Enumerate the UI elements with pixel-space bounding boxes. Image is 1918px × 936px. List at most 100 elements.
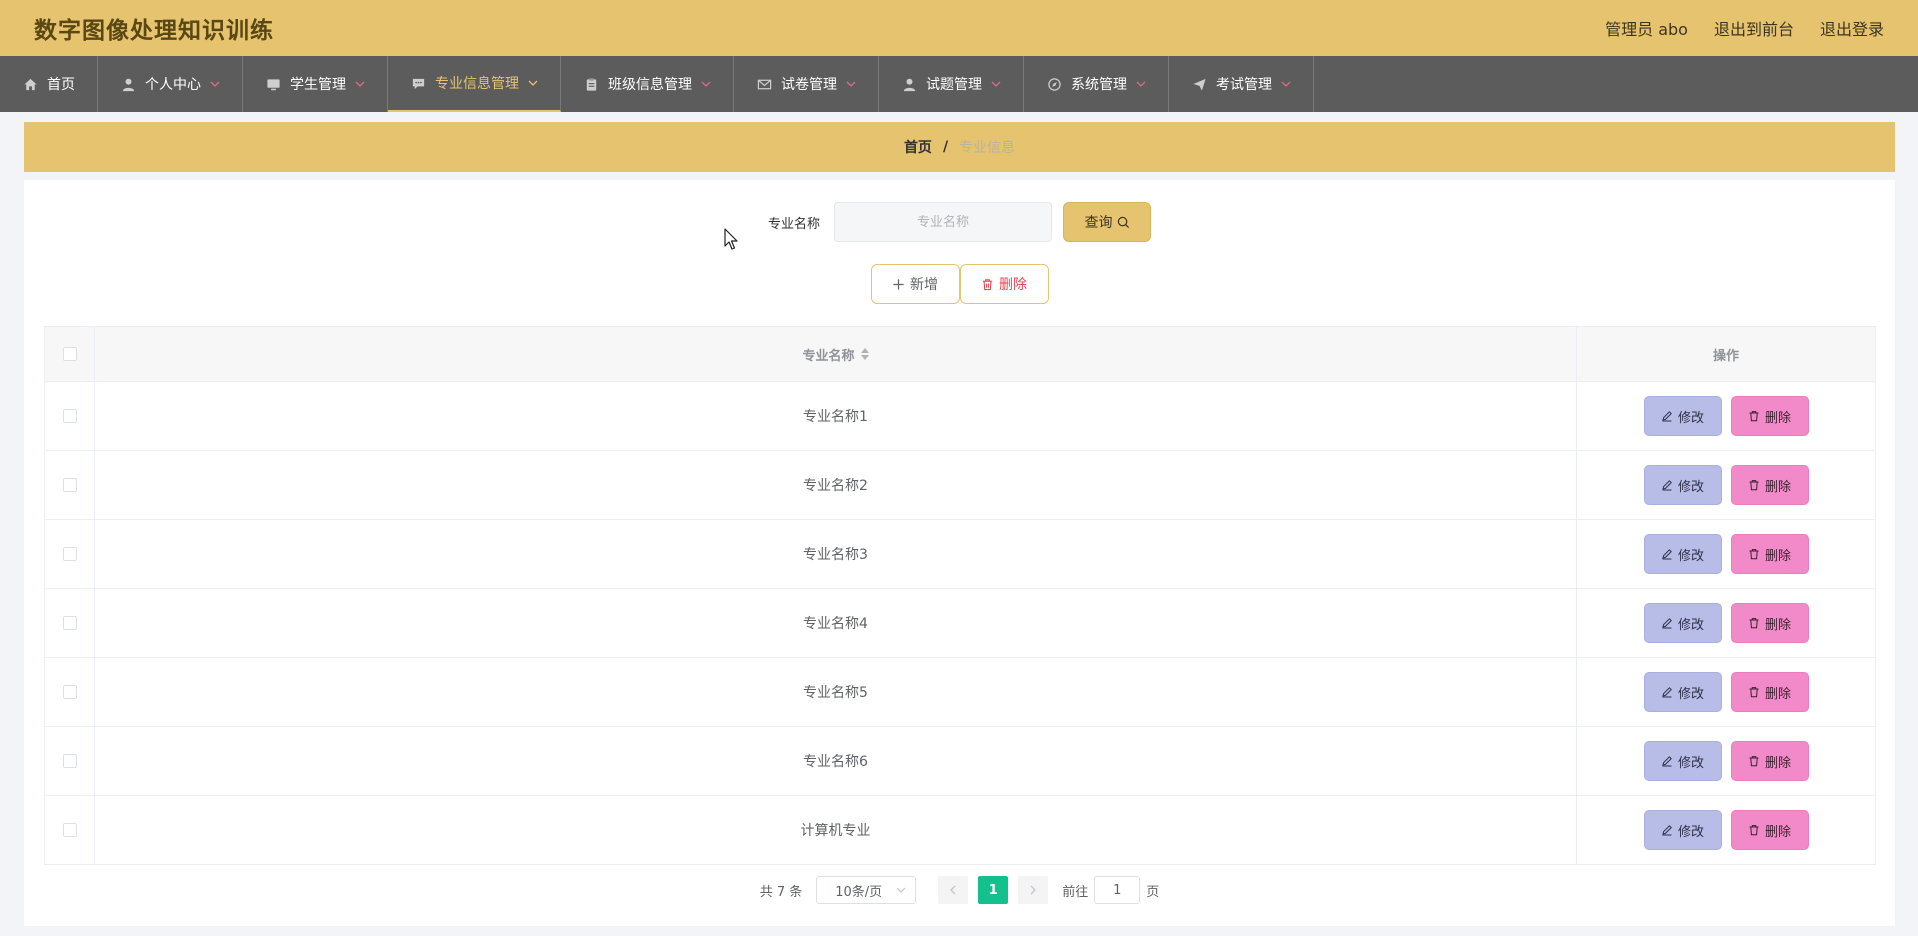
exit-to-front-link[interactable]: 退出到前台 — [1714, 16, 1794, 40]
send-icon — [1191, 76, 1207, 92]
page-size-value: 10条/页 — [835, 884, 883, 900]
trash-icon — [1749, 549, 1759, 560]
page-number-current[interactable]: 1 — [978, 876, 1009, 904]
chat-icon — [410, 75, 426, 91]
row-actions: 修改 删除 — [1577, 451, 1875, 519]
row-checkbox[interactable] — [62, 409, 77, 423]
row-checkbox[interactable] — [62, 685, 77, 699]
logout-link[interactable]: 退出登录 — [1820, 16, 1884, 40]
page-size-select[interactable]: 10条/页 — [816, 876, 917, 904]
edit-button[interactable]: 修改 — [1643, 534, 1722, 574]
trash-icon — [1749, 687, 1759, 698]
nav-item-home[interactable]: 首页 — [0, 56, 98, 112]
home-icon — [22, 76, 38, 92]
row-check-cell — [45, 589, 95, 657]
edit-button[interactable]: 修改 — [1643, 603, 1722, 643]
row-checkbox[interactable] — [62, 754, 77, 768]
select-all-checkbox[interactable] — [62, 347, 77, 361]
major-name-cell: 专业名称3 — [95, 520, 1577, 588]
edit-button[interactable]: 修改 — [1643, 741, 1722, 781]
breadcrumb-home[interactable]: 首页 — [904, 137, 932, 157]
plus-icon — [893, 278, 904, 290]
row-check-cell — [45, 727, 95, 795]
next-page-button[interactable] — [1018, 876, 1049, 904]
breadcrumb-current: 专业信息 — [959, 140, 1016, 156]
delete-label: 删除 — [1764, 686, 1791, 702]
toolbar: 新增 删除 — [24, 264, 1895, 304]
goto-page-input[interactable] — [1094, 876, 1141, 904]
edit-button[interactable]: 修改 — [1643, 810, 1722, 850]
chevron-right-icon — [1030, 885, 1037, 895]
add-button[interactable]: 新增 — [870, 264, 960, 304]
nav-item-personal-center[interactable]: 个人中心 — [98, 56, 243, 112]
row-checkbox[interactable] — [62, 478, 77, 492]
table-row: 计算机专业 修改 删除 — [45, 795, 1875, 864]
row-actions: 修改 删除 — [1577, 520, 1875, 588]
row-checkbox[interactable] — [62, 616, 77, 630]
row-actions: 修改 删除 — [1577, 382, 1875, 450]
nav-item-major-info-management[interactable]: 专业信息管理 — [388, 56, 561, 112]
edit-button[interactable]: 修改 — [1643, 465, 1722, 505]
table-row: 专业名称2 修改 删除 — [45, 450, 1875, 519]
delete-button[interactable]: 删除 — [1730, 465, 1809, 505]
goto-prefix: 前往 — [1062, 884, 1089, 900]
row-check-cell — [45, 382, 95, 450]
trash-icon — [1749, 618, 1759, 629]
prev-page-button[interactable] — [938, 876, 969, 904]
row-checkbox[interactable] — [62, 547, 77, 561]
goto-suffix: 页 — [1146, 884, 1160, 900]
major-name-search-input[interactable] — [834, 202, 1052, 242]
delete-button[interactable]: 删除 — [1730, 741, 1809, 781]
edit-icon — [1662, 411, 1672, 422]
nav-item-student-management[interactable]: 学生管理 — [243, 56, 388, 112]
major-name-cell: 专业名称4 — [95, 589, 1577, 657]
user-icon — [901, 76, 917, 92]
monitor-icon — [265, 76, 281, 92]
delete-button[interactable]: 删除 — [1730, 534, 1809, 574]
sort-icon[interactable] — [860, 348, 869, 360]
edit-label: 修改 — [1677, 410, 1704, 426]
batch-delete-button[interactable]: 删除 — [959, 264, 1049, 304]
major-name-cell: 专业名称2 — [95, 451, 1577, 519]
delete-label: 删除 — [1764, 617, 1791, 633]
delete-button[interactable]: 删除 — [1730, 810, 1809, 850]
app-title: 数字图像处理知识训练 — [34, 18, 274, 44]
edit-label: 修改 — [1677, 755, 1704, 771]
delete-button[interactable]: 删除 — [1730, 396, 1809, 436]
delete-button[interactable]: 删除 — [1730, 603, 1809, 643]
admin-label[interactable]: 管理员 abo — [1605, 16, 1688, 40]
nav-label: 试卷管理 — [781, 77, 837, 93]
nav-label: 专业信息管理 — [435, 76, 519, 92]
query-button[interactable]: 查询 — [1063, 202, 1151, 242]
chevron-down-icon — [1136, 79, 1146, 89]
nav-item-paper-management[interactable]: 试卷管理 — [734, 56, 879, 112]
nav-item-exam-management[interactable]: 考试管理 — [1169, 56, 1314, 112]
row-checkbox[interactable] — [62, 823, 77, 837]
nav-label: 班级信息管理 — [608, 77, 692, 93]
edit-label: 修改 — [1677, 824, 1704, 840]
table-row: 专业名称1 修改 删除 — [45, 381, 1875, 450]
edit-button[interactable]: 修改 — [1643, 672, 1722, 712]
trash-icon — [982, 278, 993, 290]
row-check-cell — [45, 796, 95, 864]
column-header-major-name[interactable]: 专业名称 — [95, 327, 1577, 381]
table-row: 专业名称6 修改 删除 — [45, 726, 1875, 795]
row-check-cell — [45, 520, 95, 588]
chevron-down-icon — [896, 887, 906, 893]
delete-button[interactable]: 删除 — [1730, 672, 1809, 712]
add-button-label: 新增 — [910, 277, 938, 293]
nav-item-question-management[interactable]: 试题管理 — [879, 56, 1024, 112]
row-check-cell — [45, 658, 95, 726]
chevron-down-icon — [1281, 79, 1291, 89]
pagination-total: 共 7 条 — [759, 884, 803, 900]
edit-label: 修改 — [1677, 548, 1704, 564]
table-row: 专业名称4 修改 删除 — [45, 588, 1875, 657]
edit-button[interactable]: 修改 — [1643, 396, 1722, 436]
row-check-cell — [45, 451, 95, 519]
edit-label: 修改 — [1677, 617, 1704, 633]
nav-label: 考试管理 — [1216, 77, 1272, 93]
edit-icon — [1662, 756, 1672, 767]
major-name-cell: 计算机专业 — [95, 796, 1577, 864]
nav-item-system-management[interactable]: 系统管理 — [1024, 56, 1169, 112]
nav-item-class-info-management[interactable]: 班级信息管理 — [561, 56, 734, 112]
